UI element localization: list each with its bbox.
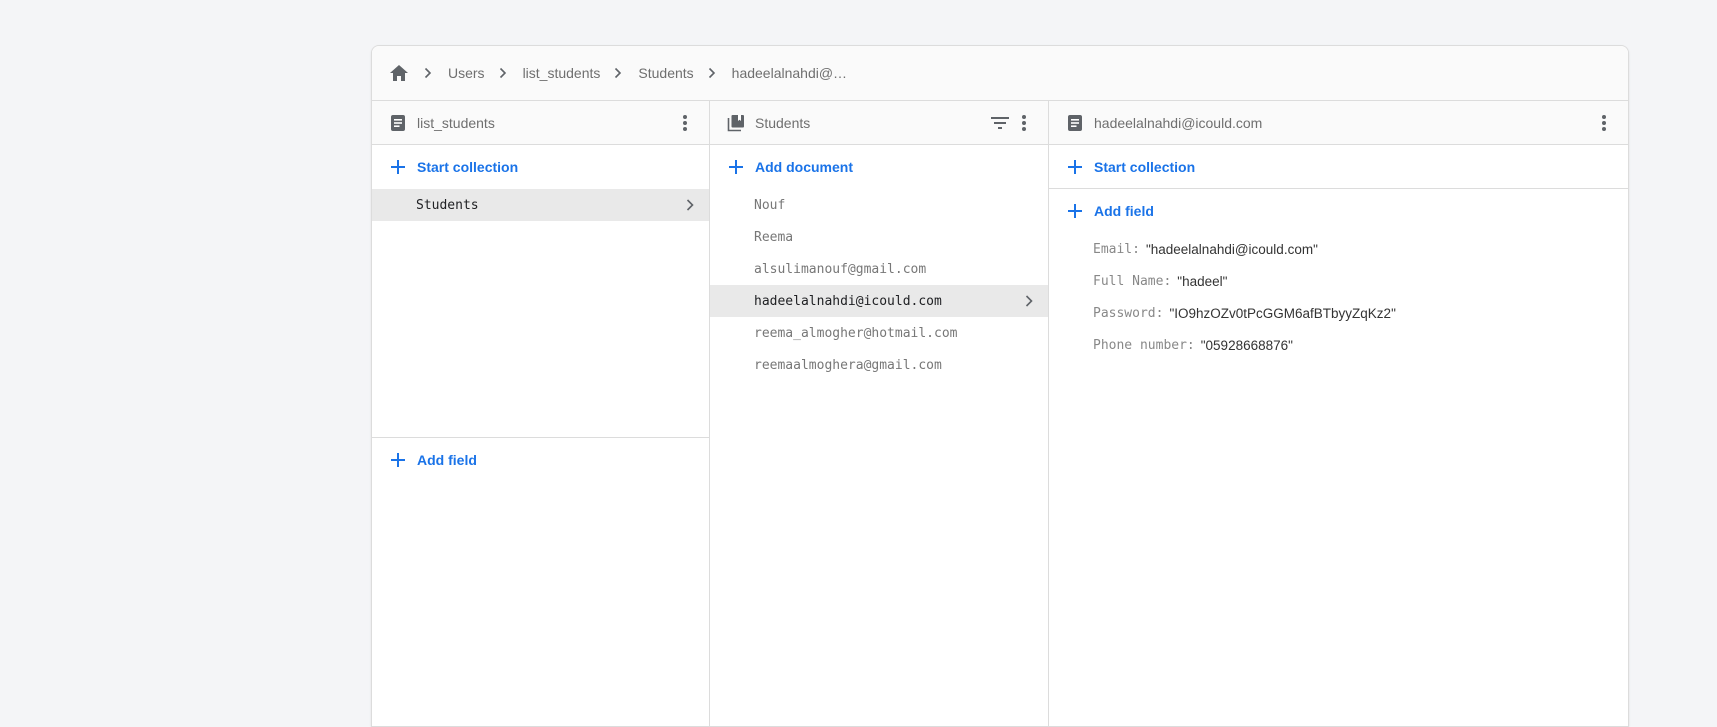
- add-document-button[interactable]: Add document: [710, 145, 1048, 189]
- list-item-label: reema_almogher@hotmail.com: [754, 325, 958, 341]
- breadcrumb-item-students[interactable]: Students: [638, 65, 693, 81]
- list-item[interactable]: Reema: [710, 221, 1048, 253]
- document-icon: [1066, 114, 1084, 132]
- field-key: Full Name:: [1093, 273, 1172, 289]
- field-row[interactable]: Phone number: "05928668876": [1049, 329, 1628, 361]
- plus-icon: [1066, 202, 1084, 220]
- root-collection-column: list_students Start collection Students …: [372, 101, 710, 726]
- field-row[interactable]: Password: "IO9hzOZv0tPcGGM6afBTbyyZqKz2": [1049, 297, 1628, 329]
- column-header: hadeelalnahdi@icould.com: [1049, 101, 1628, 145]
- list-item[interactable]: hadeelalnahdi@icould.com: [710, 285, 1048, 317]
- list-item[interactable]: reemaalmoghera@gmail.com: [710, 349, 1048, 381]
- plus-icon: [727, 158, 745, 176]
- more-vert-icon[interactable]: [1012, 111, 1036, 135]
- start-collection-label: Start collection: [1094, 158, 1196, 175]
- list-item[interactable]: reema_almogher@hotmail.com: [710, 317, 1048, 349]
- plus-icon: [1066, 158, 1084, 176]
- add-document-label: Add document: [755, 159, 853, 175]
- list-item-label: reemaalmoghera@gmail.com: [754, 357, 942, 373]
- list-item-label: Reema: [754, 229, 794, 245]
- column-header: list_students: [372, 101, 709, 145]
- document-list: Nouf Reema alsulimanouf@gmail.com hadeelaln…: [710, 189, 1048, 381]
- column-title: hadeelalnahdi@icould.com: [1094, 114, 1263, 131]
- field-key: Email:: [1093, 241, 1140, 257]
- list-item[interactable]: Students: [372, 189, 709, 221]
- add-field-button[interactable]: Add field: [1049, 189, 1628, 233]
- firestore-data-panel: Users list_students Students hadeelalnah…: [371, 45, 1629, 727]
- list-item-label: alsulimanouf@gmail.com: [754, 261, 927, 277]
- field-row[interactable]: Email: "hadeelalnahdi@icould.com": [1049, 233, 1628, 265]
- list-item-label: Nouf: [754, 197, 786, 213]
- field-value: "05928668876": [1200, 337, 1293, 353]
- collection-icon: [727, 114, 745, 132]
- start-collection-button[interactable]: Start collection: [372, 145, 709, 189]
- home-icon[interactable]: [388, 62, 410, 84]
- column-title: Students: [755, 114, 811, 131]
- column-title: list_students: [417, 114, 495, 131]
- list-item-label: Students: [416, 197, 479, 213]
- add-field-label: Add field: [417, 452, 477, 468]
- chevron-right-icon: [1022, 294, 1036, 308]
- list-item-label: hadeelalnahdi@icould.com: [754, 293, 942, 309]
- breadcrumb: Users list_students Students hadeelalnah…: [372, 46, 1628, 101]
- fields-section: Add field: [372, 437, 709, 482]
- start-collection-label: Start collection: [417, 159, 519, 175]
- list-item[interactable]: Nouf: [710, 189, 1048, 221]
- field-value: "hadeelalnahdi@icould.com": [1145, 241, 1318, 257]
- chevron-right-icon: [683, 198, 697, 212]
- document-column: hadeelalnahdi@icould.com Start collectio…: [1049, 101, 1628, 726]
- filter-icon[interactable]: [988, 111, 1012, 135]
- chevron-right-icon: [424, 67, 436, 79]
- breadcrumb-item-users[interactable]: Users: [448, 65, 485, 81]
- document-icon: [389, 114, 407, 132]
- plus-icon: [389, 158, 407, 176]
- chevron-right-icon: [708, 67, 720, 79]
- field-row[interactable]: Full Name: "hadeel": [1049, 265, 1628, 297]
- chevron-right-icon: [499, 67, 511, 79]
- chevron-right-icon: [614, 67, 626, 79]
- add-field-button[interactable]: Add field: [372, 438, 709, 482]
- field-value: "IO9hzOZv0tPcGGM6afBTbyyZqKz2": [1169, 305, 1396, 321]
- breadcrumb-item-list-students[interactable]: list_students: [523, 65, 601, 81]
- start-collection-button[interactable]: Start collection: [1049, 145, 1628, 189]
- field-key: Phone number:: [1093, 337, 1195, 353]
- field-key: Password:: [1093, 305, 1164, 321]
- add-field-label: Add field: [1094, 203, 1154, 219]
- plus-icon: [389, 451, 407, 469]
- column-header: Students: [710, 101, 1048, 145]
- breadcrumb-item-document[interactable]: hadeelalnahdi@…: [732, 65, 847, 81]
- more-vert-icon[interactable]: [1592, 111, 1616, 135]
- field-value: "hadeel": [1177, 273, 1228, 289]
- field-list: Email: "hadeelalnahdi@icould.com" Full Nam…: [1049, 233, 1628, 361]
- list-item[interactable]: alsulimanouf@gmail.com: [710, 253, 1048, 285]
- collection-column: Students Add document Nouf Reema alsuliman…: [710, 101, 1049, 726]
- more-vert-icon[interactable]: [673, 111, 697, 135]
